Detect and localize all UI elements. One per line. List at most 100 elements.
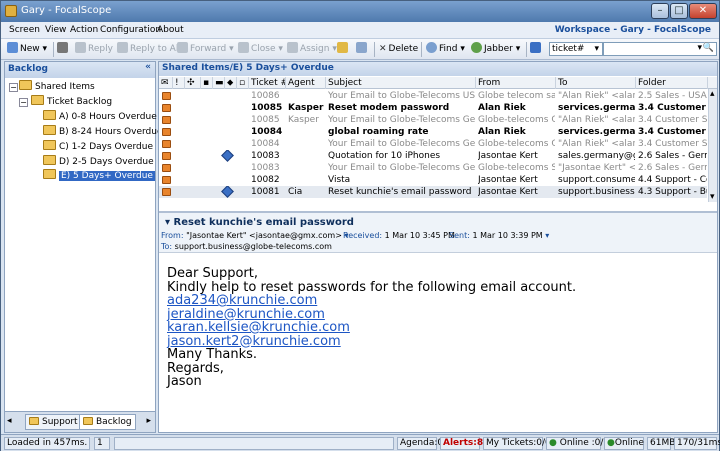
- preview-pane: ▾ Reset kunchie's email password From: "…: [159, 211, 717, 433]
- status-my-tickets[interactable]: My Tickets:0/0: [483, 437, 551, 450]
- table-row[interactable]: 10081 Cia Reset kunchie's email password Ja…: [159, 186, 707, 198]
- backlog-header: Backlog «: [5, 62, 155, 78]
- col-from[interactable]: From: [476, 77, 556, 89]
- close-icon[interactable]: ✕: [689, 3, 717, 19]
- cell-subject: Reset kunchie's email password: [328, 187, 472, 197]
- tree-shared-items[interactable]: Shared Items: [19, 80, 95, 94]
- online-icon: ●: [607, 438, 615, 448]
- folder-icon: [43, 169, 56, 179]
- minimize-icon[interactable]: –: [651, 3, 669, 19]
- flag-button[interactable]: [337, 42, 350, 57]
- email-link[interactable]: jason.kert2@krunchie.com: [167, 334, 576, 349]
- table-row[interactable]: 10086 Your Email to Globe-Telecoms USA Sa…: [159, 90, 707, 102]
- tab-scroll-left-icon[interactable]: ◂: [7, 416, 12, 426]
- ticket-grid: ✉ ! ✣ ▪ ▬ ⬥ ▫ Ticket # Agent Subject Fro…: [159, 77, 717, 202]
- reply-button[interactable]: Reply: [75, 42, 113, 57]
- menu-action[interactable]: Action: [70, 25, 98, 35]
- status-online-count[interactable]: ● Online :0/0: [546, 437, 609, 450]
- collapse-arrow-icon[interactable]: ▾: [165, 217, 170, 228]
- status-online[interactable]: ●Online: [604, 437, 644, 450]
- jabber-button[interactable]: Jabber ▾: [471, 42, 520, 57]
- cell-id: 10086: [251, 91, 280, 101]
- maximize-icon[interactable]: □: [670, 3, 688, 19]
- table-row[interactable]: 10085 Kasper Reset modem password Alan Riek…: [159, 102, 707, 114]
- search-go-icon[interactable]: 🔍: [703, 43, 714, 53]
- assign-button[interactable]: Assign ▾: [287, 42, 337, 57]
- menu-configuration[interactable]: Configuration: [100, 25, 161, 35]
- tree-expander[interactable]: −: [19, 98, 28, 107]
- print-button[interactable]: [57, 42, 70, 57]
- jabber-icon: [471, 42, 482, 53]
- email-link[interactable]: ada234@krunchie.com: [167, 294, 576, 308]
- col-priority-icon[interactable]: !: [173, 77, 185, 89]
- cell-subject: Reset modem password: [328, 103, 450, 113]
- table-row[interactable]: 10083 Your Email to Globe-Telecoms German…: [159, 162, 707, 174]
- table-row[interactable]: 10083 Quotation for 10 iPhones Jasontae Ke…: [159, 150, 707, 162]
- table-row[interactable]: 10084 global roaming rate Alan Riek service…: [159, 126, 707, 138]
- email-link[interactable]: karan.kellsie@krunchie.com: [167, 321, 576, 335]
- tab-scroll-right-icon[interactable]: ▸: [146, 416, 151, 426]
- vertical-scrollbar[interactable]: ▴ ▾: [708, 89, 717, 202]
- forward-button[interactable]: Forward ▾: [177, 42, 234, 57]
- collapse-pane-button[interactable]: «: [145, 62, 151, 72]
- list-header: Shared Items/E) 5 Days+ Overdue: [159, 62, 717, 76]
- menu-view[interactable]: View: [45, 25, 66, 35]
- body-regards: Regards,: [167, 360, 224, 376]
- notes-icon: [356, 42, 367, 53]
- cell-from: Alan Riek: [478, 127, 526, 137]
- cell-folder: 3.4 Customer Servi: [638, 115, 707, 125]
- col-agent[interactable]: Agent: [286, 77, 326, 89]
- print-icon: [57, 42, 68, 53]
- new-icon: [7, 42, 18, 53]
- body-greeting: Dear Support,: [167, 266, 258, 281]
- tree-item-a[interactable]: A) 0-8 Hours Overdue: [43, 110, 157, 124]
- new-button[interactable]: New ▾: [7, 42, 47, 57]
- tab-support[interactable]: Support: [25, 414, 82, 430]
- status-timing: 170/31ms.: [674, 437, 720, 450]
- find-button[interactable]: Find ▾: [426, 42, 465, 57]
- col-ticket[interactable]: Ticket #: [249, 77, 286, 89]
- tree-item-d[interactable]: D) 2-5 Days Overdue: [43, 155, 154, 169]
- online-icon: ●: [549, 438, 557, 448]
- tree-item-e[interactable]: E) 5 Days+ Overdue: [43, 169, 155, 183]
- delete-button[interactable]: ✕ Delete: [379, 42, 418, 57]
- tree-item-b[interactable]: B) 8-24 Hours Overdue: [43, 125, 163, 139]
- tab-backlog[interactable]: Backlog: [79, 414, 136, 430]
- tickets-pane: Shared Items/E) 5 Days+ Overdue ✉ ! ✣ ▪ …: [158, 61, 718, 433]
- reply-all-button[interactable]: Reply to All: [117, 42, 181, 57]
- status-alerts[interactable]: Alerts:8: [440, 437, 483, 450]
- preview-subject[interactable]: ▾ Reset kunchie's email password: [165, 217, 354, 228]
- col-type-icon[interactable]: ✉: [159, 77, 173, 89]
- search-input[interactable]: ▾ 🔍: [603, 42, 717, 56]
- notes-button[interactable]: [356, 42, 369, 57]
- col-to[interactable]: To: [556, 77, 636, 89]
- tree-item-c[interactable]: C) 1-2 Days Overdue: [43, 140, 153, 154]
- tree-ticket-backlog[interactable]: Ticket Backlog: [31, 95, 112, 109]
- menu-about[interactable]: About: [157, 25, 184, 35]
- table-row[interactable]: 10085 Kasper Your Email to Globe-Telecoms …: [159, 114, 707, 126]
- col-attachment-icon[interactable]: ✣: [185, 77, 201, 89]
- col-flag-icon[interactable]: ▪: [201, 77, 213, 89]
- tree-expander[interactable]: −: [9, 83, 18, 92]
- table-row[interactable]: 10084 Your Email to Globe-Telecoms German…: [159, 138, 707, 150]
- cell-id: 10083: [251, 151, 280, 161]
- status-agenda[interactable]: Agenda:0: [397, 437, 443, 450]
- table-row[interactable]: 10082 Vista Jasontae Kert support.consumer……: [159, 174, 707, 186]
- col-read-icon[interactable]: ▬: [213, 77, 225, 89]
- scroll-up-icon[interactable]: ▴: [710, 89, 715, 99]
- cell-from: Globe-telecoms Sale…: [478, 163, 555, 173]
- chevron-down-icon: ▾: [697, 43, 702, 53]
- menu-screen[interactable]: Screen: [9, 25, 40, 35]
- scroll-down-icon[interactable]: ▾: [710, 192, 715, 202]
- search-field-select[interactable]: ticket# ▾: [549, 42, 603, 56]
- col-subject[interactable]: Subject: [326, 77, 476, 89]
- col-folder[interactable]: Folder: [636, 77, 708, 89]
- col-status-icon[interactable]: ⬥: [225, 77, 237, 89]
- email-link[interactable]: jeraldine@krunchie.com: [167, 307, 576, 322]
- cell-from: Globe-telecoms Cus…: [478, 139, 555, 149]
- folder-icon: [19, 80, 32, 90]
- col-note-icon[interactable]: ▫: [237, 77, 249, 89]
- cell-id: 10081: [251, 187, 280, 197]
- close-ticket-button[interactable]: Close ▾: [238, 42, 283, 57]
- reply-all-icon: [117, 42, 128, 53]
